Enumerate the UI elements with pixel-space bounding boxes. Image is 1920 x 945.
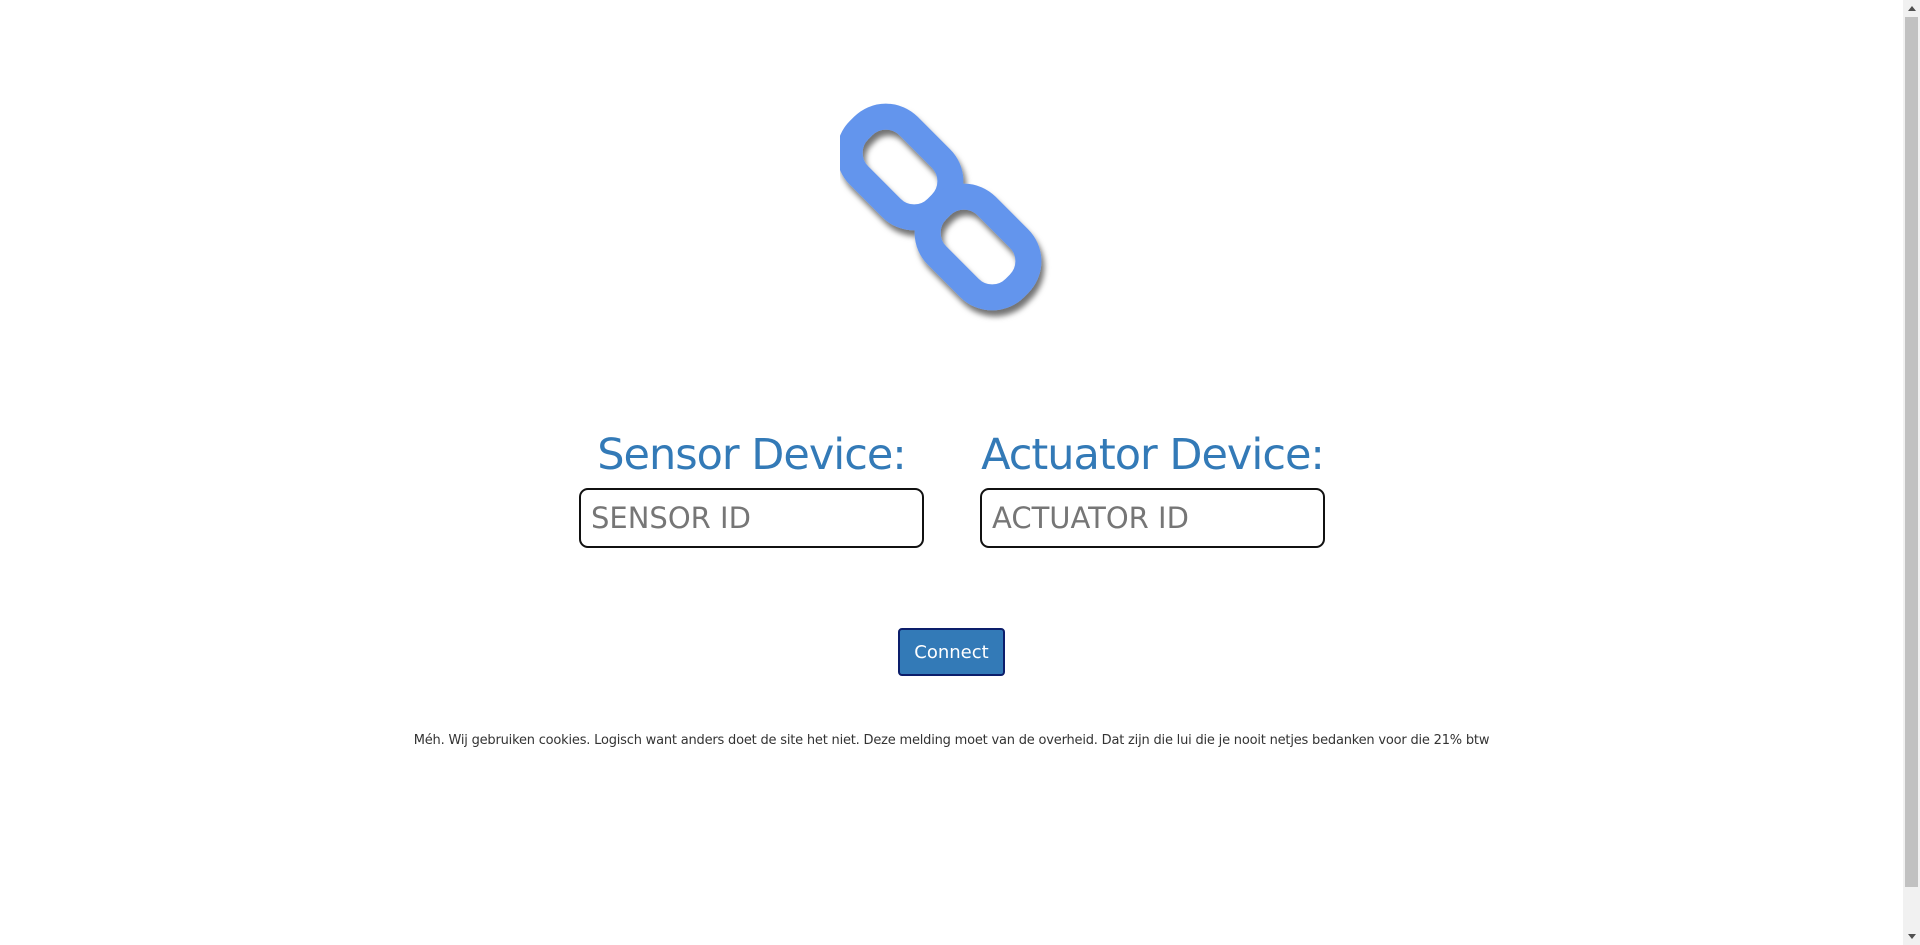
main-content: Sensor Device: Actuator Device: Connect … <box>0 0 1903 945</box>
sensor-device-group: Sensor Device: <box>579 430 924 548</box>
chain-link-icon <box>840 100 1070 325</box>
sensor-id-input[interactable] <box>579 488 924 548</box>
sensor-device-label: Sensor Device: <box>597 430 907 480</box>
connect-button[interactable]: Connect <box>898 628 1005 676</box>
cookie-notice: Méh. Wij gebruiken cookies. Logisch want… <box>413 733 1490 748</box>
scroll-up-arrow-icon[interactable] <box>1903 0 1920 17</box>
page: Sensor Device: Actuator Device: Connect … <box>0 0 1920 945</box>
scrollbar-thumb[interactable] <box>1905 17 1918 887</box>
scroll-down-arrow-icon[interactable] <box>1903 928 1920 945</box>
actuator-id-input[interactable] <box>980 488 1325 548</box>
actuator-device-label: Actuator Device: <box>981 430 1325 480</box>
vertical-scrollbar[interactable] <box>1903 0 1920 945</box>
actuator-device-group: Actuator Device: <box>980 430 1325 548</box>
